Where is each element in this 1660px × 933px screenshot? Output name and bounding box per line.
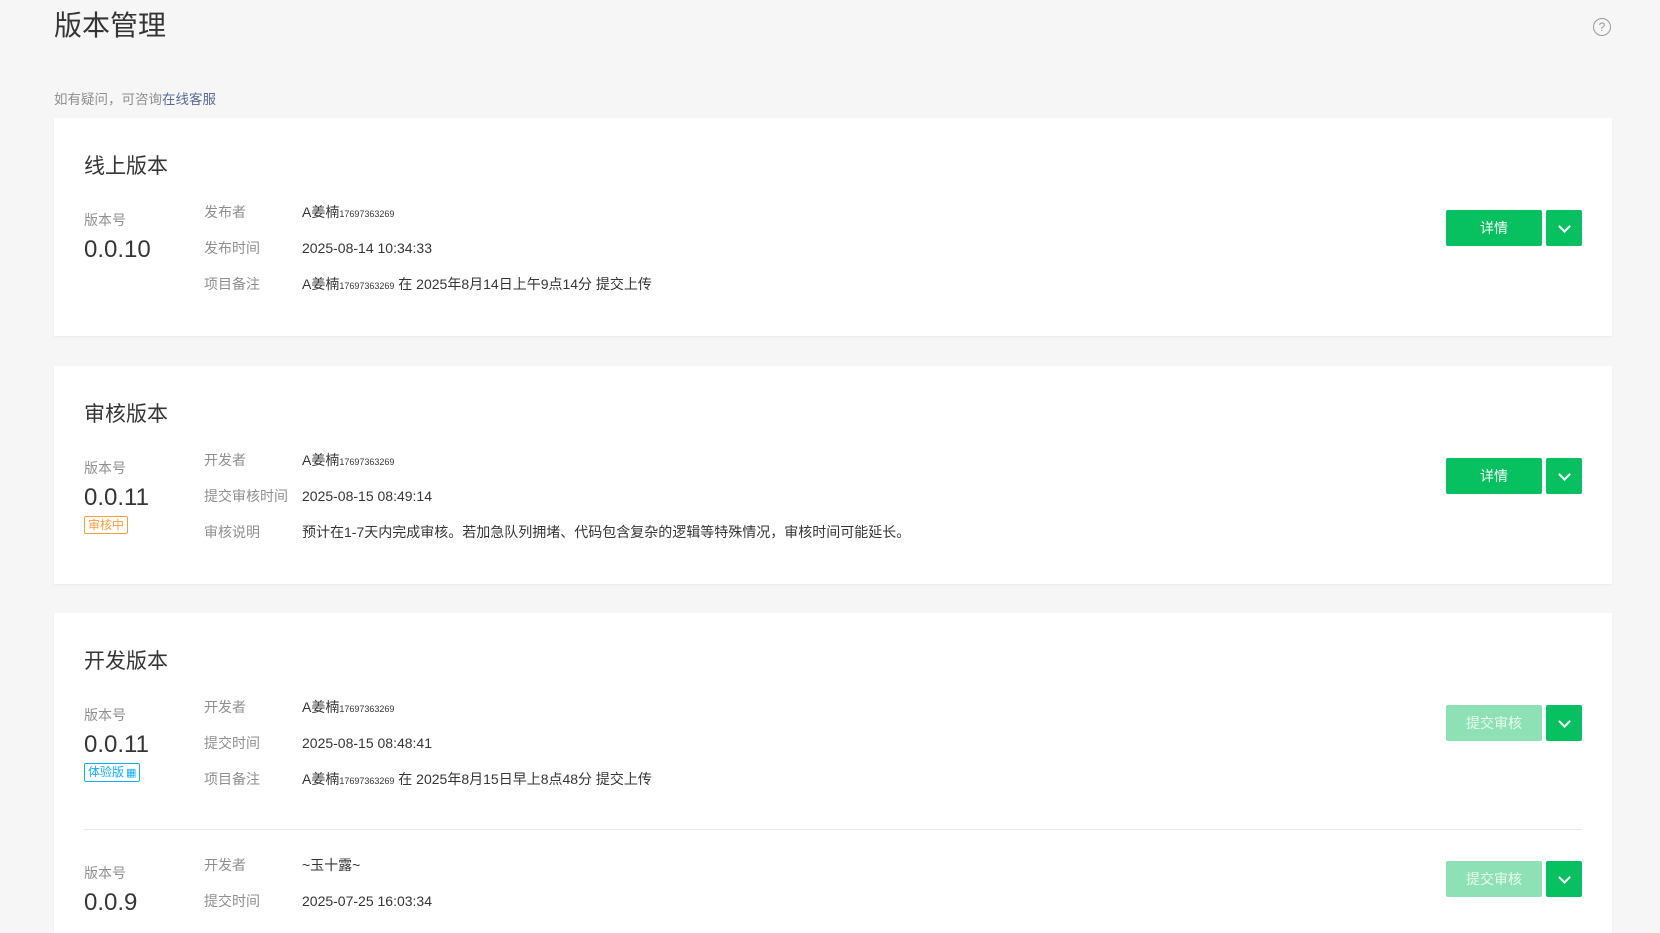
version-label: 版本号 xyxy=(84,865,126,881)
info-value: A姜楠17697363269 xyxy=(302,450,394,470)
publish-time: 2025-08-14 10:34:33 xyxy=(302,240,432,256)
info-row-review-note: 审核说明 预计在1-7天内完成审核。若加急队列拥堵、代码包含复杂的逻辑等特殊情况… xyxy=(204,522,910,558)
developer-name: A姜楠 xyxy=(302,452,340,468)
version-label: 版本号 xyxy=(84,212,126,228)
version-number: 0.0.11 xyxy=(84,484,149,511)
developer-name: A姜楠 xyxy=(302,699,340,715)
info-label: 开发者 xyxy=(204,857,246,873)
chevron-down-icon xyxy=(1557,467,1571,481)
remark-name: A姜楠 xyxy=(302,771,340,787)
info-row-remark: 项目备注 A姜楠17697363269 在 2025年8月14日上午9点14分 … xyxy=(204,274,652,310)
info-label: 项目备注 xyxy=(204,771,260,787)
version-block: 版本号 0.0.11 审核中 xyxy=(84,458,149,534)
remark-text: 在 2025年8月15日早上8点48分 提交上传 xyxy=(394,771,652,787)
info-list: 开发者 A姜楠17697363269 提交时间 2025-08-15 08:48… xyxy=(204,697,652,805)
review-version-card: 审核版本 版本号 0.0.11 审核中 开发者 A姜楠17697363269 提… xyxy=(54,366,1612,584)
remark-phone: 17697363269 xyxy=(339,281,395,291)
submit-review-button[interactable]: 提交审核 xyxy=(1446,705,1542,741)
action-group: 详情 xyxy=(1446,210,1582,246)
info-row-submit-time: 提交时间 2025-08-15 08:48:41 xyxy=(204,733,652,769)
online-version-card: 线上版本 版本号 0.0.10 发布者 A姜楠17697363269 发布时间 … xyxy=(54,118,1612,336)
card-title: 线上版本 xyxy=(84,155,168,178)
submit-review-time: 2025-08-15 08:49:14 xyxy=(302,488,432,504)
developer-phone: 17697363269 xyxy=(339,457,395,467)
trial-badge[interactable]: 体验版 ▦ xyxy=(84,763,141,782)
info-label: 开发者 xyxy=(204,452,246,468)
card-title: 审核版本 xyxy=(84,403,168,426)
info-label: 发布时间 xyxy=(204,240,260,256)
info-list: 发布者 A姜楠17697363269 发布时间 2025-08-14 10:34… xyxy=(204,202,652,310)
details-button[interactable]: 详情 xyxy=(1446,210,1542,246)
info-row-submit-time: 提交时间 2025-07-25 16:03:34 xyxy=(204,891,432,927)
info-value: A姜楠17697363269 xyxy=(302,697,394,717)
more-dropdown-button[interactable] xyxy=(1546,861,1582,897)
remark-phone: 17697363269 xyxy=(339,776,395,786)
divider xyxy=(84,829,1582,830)
info-value: A姜楠17697363269 xyxy=(302,202,394,222)
info-label: 项目备注 xyxy=(204,276,260,292)
info-row-publisher: 发布者 A姜楠17697363269 xyxy=(204,202,652,238)
action-group: 提交审核 xyxy=(1446,861,1582,897)
help-icon[interactable]: ? xyxy=(1593,18,1611,36)
info-list: 开发者 A姜楠17697363269 提交审核时间 2025-08-15 08:… xyxy=(204,450,910,558)
more-dropdown-button[interactable] xyxy=(1546,705,1582,741)
notice-text: 如有疑问，可咨询在线客服 xyxy=(54,88,216,108)
card-title: 开发版本 xyxy=(84,650,168,673)
remark-text: 在 2025年8月14日上午9点14分 提交上传 xyxy=(394,276,652,292)
action-group: 提交审核 xyxy=(1446,705,1582,741)
action-group: 详情 xyxy=(1446,458,1582,494)
review-note: 预计在1-7天内完成审核。若加急队列拥堵、代码包含复杂的逻辑等特殊情况，审核时间… xyxy=(302,524,911,540)
info-label: 提交时间 xyxy=(204,893,260,909)
dev-version-card: 开发版本 版本号 0.0.11 体验版 ▦ 开发者 A姜楠17697363269 … xyxy=(54,613,1612,933)
notice-prefix: 如有疑问，可咨询 xyxy=(54,92,162,107)
chevron-down-icon xyxy=(1557,714,1571,728)
info-row-developer: 开发者 A姜楠17697363269 xyxy=(204,697,652,733)
info-row-remark: 项目备注 A姜楠17697363269 在 2025年8月15日早上8点48分 … xyxy=(204,769,652,805)
publisher-name: A姜楠 xyxy=(302,204,340,220)
more-dropdown-button[interactable] xyxy=(1546,458,1582,494)
info-label: 审核说明 xyxy=(204,524,260,540)
info-list: 开发者 ~玉十露~ 提交时间 2025-07-25 16:03:34 xyxy=(204,855,432,927)
developer-phone: 17697363269 xyxy=(339,704,395,714)
trial-badge-label: 体验版 xyxy=(88,765,125,779)
info-row-developer: 开发者 A姜楠17697363269 xyxy=(204,450,910,486)
submit-time: 2025-07-25 16:03:34 xyxy=(302,893,432,909)
more-dropdown-button[interactable] xyxy=(1546,210,1582,246)
version-block: 版本号 0.0.10 xyxy=(84,210,151,264)
remark-name: A姜楠 xyxy=(302,276,340,292)
info-value: A姜楠17697363269 在 2025年8月14日上午9点14分 提交上传 xyxy=(302,274,652,294)
version-number: 0.0.11 xyxy=(84,731,149,758)
info-label: 开发者 xyxy=(204,699,246,715)
chevron-down-icon xyxy=(1557,870,1571,884)
publisher-phone: 17697363269 xyxy=(339,209,395,219)
developer-name: ~玉十露~ xyxy=(302,857,361,873)
online-support-link[interactable]: 在线客服 xyxy=(162,92,216,107)
status-badge: 审核中 xyxy=(84,516,129,534)
version-number: 0.0.10 xyxy=(84,236,151,263)
version-label: 版本号 xyxy=(84,460,126,476)
details-button[interactable]: 详情 xyxy=(1446,458,1542,494)
info-row-developer: 开发者 ~玉十露~ xyxy=(204,855,432,891)
info-row-publish-time: 发布时间 2025-08-14 10:34:33 xyxy=(204,238,652,274)
info-value: A姜楠17697363269 在 2025年8月15日早上8点48分 提交上传 xyxy=(302,769,652,789)
info-row-submit-time: 提交审核时间 2025-08-15 08:49:14 xyxy=(204,486,910,522)
page-title: 版本管理 xyxy=(54,10,167,41)
version-block: 版本号 0.0.9 xyxy=(84,863,137,917)
qrcode-icon: ▦ xyxy=(126,767,137,779)
info-label: 发布者 xyxy=(204,204,246,220)
version-label: 版本号 xyxy=(84,707,126,723)
version-block: 版本号 0.0.11 体验版 ▦ xyxy=(84,705,149,782)
submit-time: 2025-08-15 08:48:41 xyxy=(302,735,432,751)
submit-review-button[interactable]: 提交审核 xyxy=(1446,861,1542,897)
chevron-down-icon xyxy=(1557,219,1571,233)
info-label: 提交时间 xyxy=(204,735,260,751)
version-number: 0.0.9 xyxy=(84,889,138,916)
info-label: 提交审核时间 xyxy=(204,488,288,504)
